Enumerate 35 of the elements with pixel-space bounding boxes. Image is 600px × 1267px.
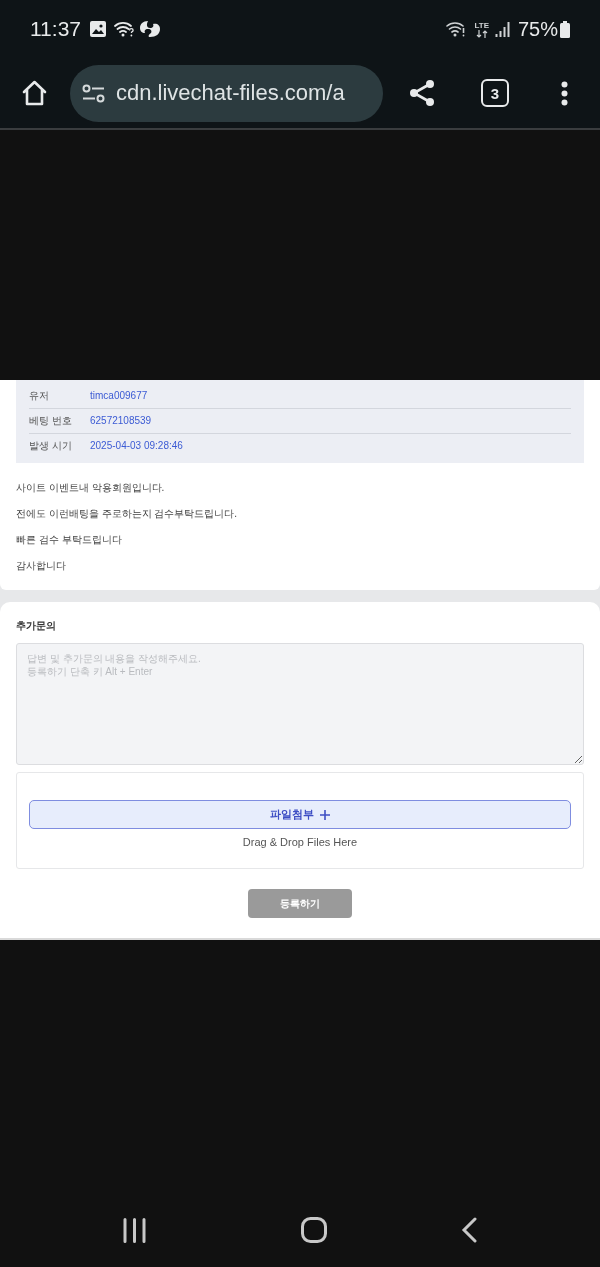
share-icon[interactable] [408, 79, 436, 107]
detail-label: 베팅 번호 [29, 415, 73, 427]
tabs-button[interactable]: 3 [481, 79, 509, 107]
drop-hint: Drag & Drop Files Here [241, 836, 359, 849]
home-button-icon[interactable] [300, 1217, 327, 1243]
detail-label: 발생 시기 [29, 440, 73, 452]
wifi-icon [446, 21, 467, 37]
recent-apps-icon[interactable] [123, 1217, 146, 1243]
url-field[interactable]: cdn.livechat-files.com/a [70, 64, 383, 122]
detail-value: timca009677 [90, 389, 148, 402]
plus-icon [320, 809, 330, 820]
message-line: 감사합니다 [16, 560, 66, 572]
attach-file-button[interactable]: 파일첨부 [29, 800, 571, 829]
message-line: 사이트 이벤트내 악용회원입니다. [16, 482, 165, 494]
section-title: 추가문의 [16, 620, 57, 632]
message-line: 전에도 이런배팅을 주로하는지 검수부탁드립니다. [16, 508, 238, 520]
file-drop-area[interactable]: 파일첨부 Drag & Drop Files Here [16, 772, 584, 869]
back-icon[interactable] [461, 1217, 477, 1243]
message-line: 빠른 검수 부탁드립니다 [16, 534, 122, 546]
detail-label: 유저 [29, 389, 50, 402]
home-icon[interactable] [21, 80, 48, 106]
detail-value: 62572108539 [90, 415, 152, 427]
wifi-icon [114, 21, 134, 37]
menu-icon[interactable] [561, 80, 568, 106]
swirl-icon [139, 20, 161, 38]
signal-icon [494, 21, 511, 37]
site-settings-icon[interactable] [82, 83, 105, 103]
url-text: cdn.livechat-files.com/a [116, 79, 345, 107]
detail-value: 2025-04-03 09:28:46 [90, 440, 183, 452]
status-time: 11:37 [30, 17, 81, 41]
data-arrows-icon [475, 29, 488, 38]
battery-percent: 75% [517, 17, 558, 41]
image-icon [90, 21, 106, 37]
network-type: LTE [474, 20, 489, 30]
battery-icon [560, 20, 570, 38]
